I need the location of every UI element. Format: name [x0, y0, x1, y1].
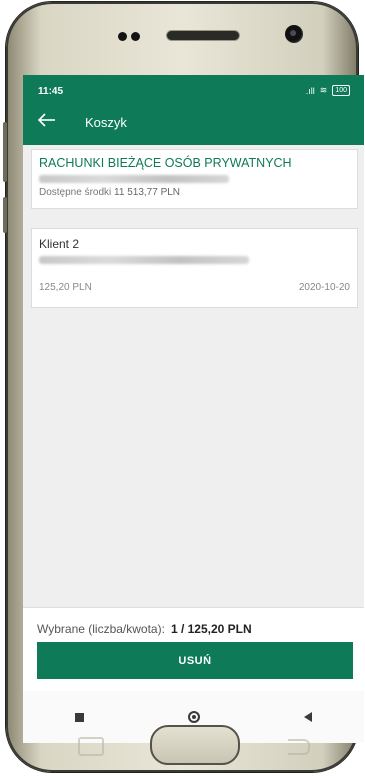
available-funds: Dostępne środki 11 513,77 PLN — [39, 187, 350, 198]
sensor-dots — [118, 32, 140, 41]
summary-panel: Wybrane (liczba/kwota): 1 / 125,20 PLN US… — [23, 607, 364, 704]
battery-icon: 100 — [332, 85, 350, 96]
transfer-details: 125,20 PLN 2020-10-20 — [39, 282, 350, 293]
square-icon[interactable] — [75, 712, 84, 722]
triangle-back-icon[interactable] — [304, 712, 312, 722]
account-name: RACHUNKI BIEŻĄCE OSÓB PRYWATNYCH — [39, 156, 292, 170]
volume-button — [3, 122, 7, 182]
recipient-account-blurred — [39, 256, 249, 264]
page-title: Koszyk — [85, 115, 127, 130]
bixby-button — [3, 197, 7, 233]
hardware-home-button — [150, 725, 240, 765]
account-card[interactable]: RACHUNKI BIEŻĄCE OSÓB PRYWATNYCH Dostępn… — [31, 149, 358, 209]
app-bar: 11:45 .ıll ≋ 100 Koszyk — [23, 75, 364, 145]
transfer-amount: 125,20 PLN — [39, 282, 92, 293]
recipient-name: Klient 2 — [39, 237, 80, 251]
phone-screen: 11:45 .ıll ≋ 100 Koszyk RACHUNKI BIEŻĄCE… — [23, 75, 364, 743]
arrow-left-icon[interactable] — [37, 111, 57, 129]
transfer-date: 2020-10-20 — [298, 282, 350, 293]
signal-icon: .ıll — [305, 85, 315, 96]
remove-button[interactable]: USUŃ — [37, 642, 353, 679]
selection-summary: Wybrane (liczba/kwota): 1 / 125,20 PLN — [37, 622, 252, 636]
summary-value: 1 / 125,20 PLN — [170, 622, 252, 636]
account-number-blurred — [39, 175, 229, 183]
available-funds-value: 11 513,77 PLN — [114, 187, 181, 198]
hardware-recent-icon — [78, 737, 104, 756]
hardware-back-icon — [288, 739, 310, 755]
earpiece-speaker — [166, 30, 240, 41]
basket-transfer-item[interactable]: Klient 2 125,20 PLN 2020-10-20 — [31, 228, 358, 308]
status-icons: .ıll ≋ 100 — [306, 85, 350, 96]
wifi-icon: ≋ — [319, 85, 328, 95]
available-funds-label: Dostępne środki — [39, 187, 112, 198]
status-time: 11:45 — [38, 86, 64, 97]
circle-icon[interactable] — [188, 711, 200, 723]
front-camera — [285, 25, 303, 43]
summary-label: Wybrane (liczba/kwota): — [37, 622, 165, 636]
